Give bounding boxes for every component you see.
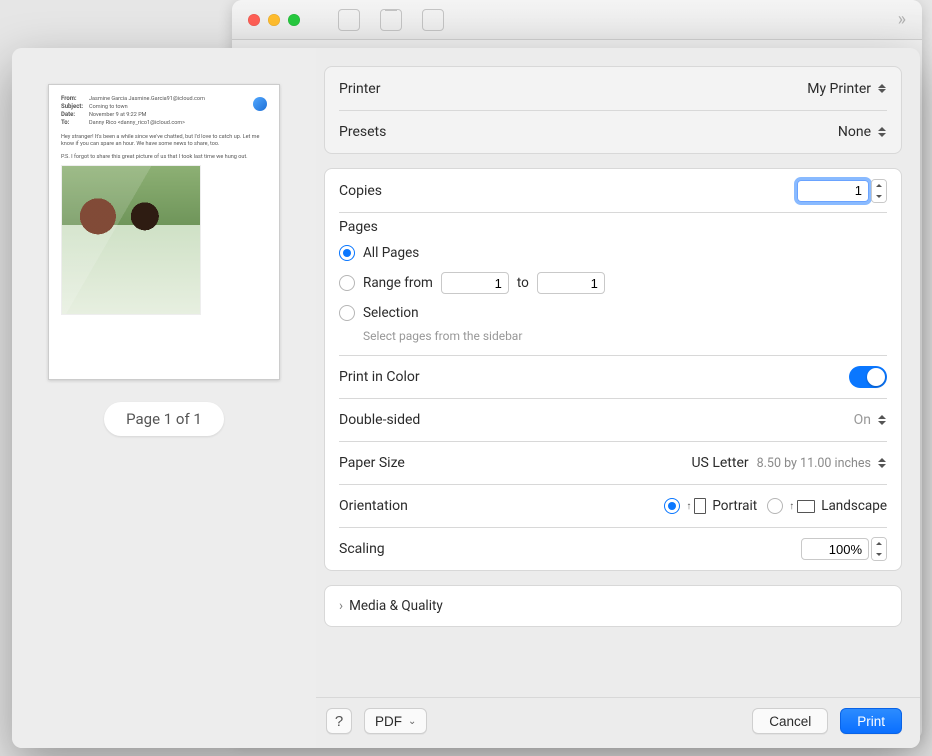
preview-body-1: Hey stranger! It's been a while since we…: [61, 134, 267, 148]
presets-label: Presets: [339, 124, 386, 140]
page-indicator: Page 1 of 1: [104, 402, 224, 436]
printer-value[interactable]: My Printer: [807, 81, 871, 97]
print-options-card: Copies Pages All Pages: [324, 168, 902, 571]
double-sided-value[interactable]: On: [854, 412, 871, 428]
selection-hint: Select pages from the sidebar: [339, 329, 887, 343]
preview-date-label: Date:: [61, 111, 89, 119]
preview-page: From:Jasmine Garcia Jasmine.Garcia91@icl…: [48, 84, 280, 380]
scaling-stepper[interactable]: [871, 537, 887, 561]
all-pages-radio[interactable]: [339, 245, 355, 261]
copies-stepper[interactable]: [871, 179, 887, 203]
minimize-window-button[interactable]: [268, 14, 280, 26]
range-from-label: Range from: [363, 275, 433, 291]
preview-from-label: From:: [61, 95, 89, 103]
chevron-down-icon: ⌄: [408, 716, 416, 727]
print-color-toggle[interactable]: [849, 366, 887, 388]
background-titlebar: »: [232, 0, 922, 40]
close-window-button[interactable]: [248, 14, 260, 26]
range-from-input[interactable]: [441, 272, 509, 294]
landscape-icon: ↑: [789, 500, 815, 513]
background-toolbar: [308, 9, 890, 31]
paper-size-dims: 8.50 by 11.00 inches: [757, 456, 871, 471]
updown-icon[interactable]: [877, 124, 887, 140]
landscape-radio[interactable]: [767, 498, 783, 514]
preview-pane: From:Jasmine Garcia Jasmine.Garcia91@icl…: [12, 48, 316, 748]
landscape-label: Landscape: [821, 498, 887, 514]
scaling-input[interactable]: [801, 538, 869, 560]
avatar-icon: [253, 97, 267, 111]
selection-radio[interactable]: [339, 305, 355, 321]
preview-body-2: P.S. I forgot to share this great pictur…: [61, 154, 267, 161]
preview-subject-value: Coming to town: [89, 104, 128, 110]
zoom-window-button[interactable]: [288, 14, 300, 26]
window-controls: [248, 14, 300, 26]
scaling-label: Scaling: [339, 541, 385, 557]
updown-icon[interactable]: [877, 412, 887, 428]
paper-size-value[interactable]: US Letter: [691, 455, 748, 471]
pages-label: Pages: [339, 219, 887, 235]
junk-icon: [422, 9, 444, 31]
trash-icon: [380, 9, 402, 31]
archive-icon: [338, 9, 360, 31]
preview-to-value: Danny Rico <danny_rico1@icloud.com>: [89, 120, 185, 126]
printer-presets-card: Printer My Printer Presets None: [324, 66, 902, 154]
dialog-footer: ? PDF ⌄ Cancel Print: [316, 697, 920, 748]
all-pages-label: All Pages: [363, 245, 419, 261]
media-quality-disclosure[interactable]: › Media & Quality: [339, 586, 887, 626]
pdf-menu-button[interactable]: PDF ⌄: [364, 708, 427, 734]
cancel-button[interactable]: Cancel: [752, 708, 828, 734]
preview-to-label: To:: [61, 119, 89, 127]
printer-label: Printer: [339, 81, 380, 97]
overflow-icon: »: [898, 9, 906, 30]
paper-size-label: Paper Size: [339, 455, 405, 471]
preview-from-value: Jasmine Garcia Jasmine.Garcia91@icloud.c…: [89, 96, 205, 102]
range-radio[interactable]: [339, 275, 355, 291]
portrait-icon: ↑: [686, 498, 706, 514]
print-dialog: From:Jasmine Garcia Jasmine.Garcia91@icl…: [12, 48, 920, 748]
stepper-up-icon[interactable]: [872, 180, 886, 191]
presets-value[interactable]: None: [838, 124, 871, 140]
updown-icon[interactable]: [877, 81, 887, 97]
updown-icon[interactable]: [877, 455, 887, 471]
stepper-down-icon[interactable]: [872, 191, 886, 202]
print-color-label: Print in Color: [339, 369, 420, 385]
chevron-right-icon: ›: [339, 598, 343, 614]
portrait-label: Portrait: [712, 498, 757, 514]
copies-input[interactable]: [797, 180, 869, 202]
range-to-input[interactable]: [537, 272, 605, 294]
selection-label: Selection: [363, 305, 419, 321]
media-quality-card: › Media & Quality: [324, 585, 902, 627]
stepper-up-icon[interactable]: [872, 538, 886, 549]
range-to-label: to: [517, 275, 529, 291]
preview-date-value: November 9 at 9:22 PM: [89, 112, 146, 118]
preview-subject-label: Subject:: [61, 103, 89, 111]
preview-image: [61, 165, 201, 315]
pdf-label: PDF: [375, 714, 402, 729]
orientation-label: Orientation: [339, 498, 408, 514]
help-button[interactable]: ?: [326, 708, 352, 734]
double-sided-label: Double-sided: [339, 412, 420, 428]
copies-label: Copies: [339, 183, 382, 199]
stepper-down-icon[interactable]: [872, 549, 886, 560]
media-quality-label: Media & Quality: [349, 598, 443, 614]
print-button[interactable]: Print: [840, 708, 902, 734]
portrait-radio[interactable]: [664, 498, 680, 514]
